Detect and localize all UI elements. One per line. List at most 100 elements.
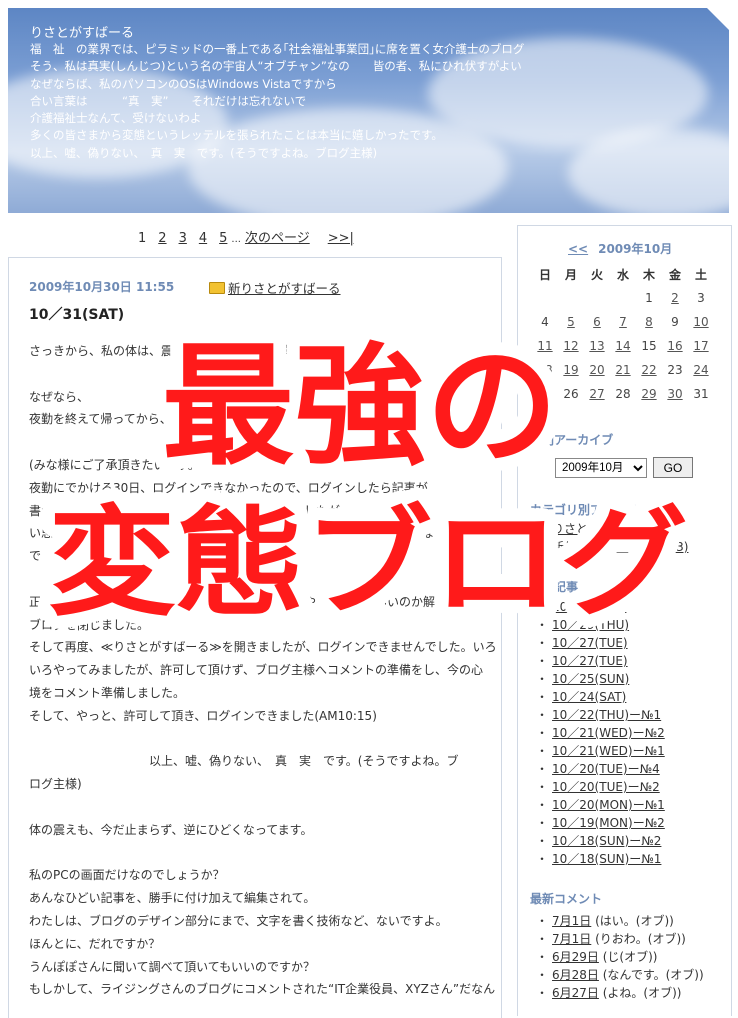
- calendar-day-link[interactable]: 11: [537, 339, 552, 353]
- calendar-day: 23: [667, 363, 683, 377]
- calendar-day-cell: 1: [636, 286, 662, 310]
- recent-comment-date-link[interactable]: 6月27日: [552, 986, 599, 1000]
- recent-posts-list: ・ 10／31(SAT) ・ 10／29(THU) ・ 10／27(TUE) ・ 10／27(…: [536, 598, 665, 868]
- calendar-day-link[interactable]: 19: [563, 363, 578, 377]
- calendar-day-link[interactable]: 17: [693, 339, 708, 353]
- calendar-day-cell: 23: [662, 358, 688, 382]
- recent-post-link[interactable]: 10／20(TUE)ー№4: [552, 762, 660, 776]
- recent-post-link[interactable]: 10／20(TUE)ー№2: [552, 780, 660, 794]
- bullet-icon: ・: [536, 762, 549, 776]
- calendar-day-cell: 7: [610, 310, 636, 334]
- site-title-link[interactable]: りさとがすばーる: [30, 22, 134, 41]
- recent-post-link[interactable]: 10／25(SUN): [552, 672, 629, 686]
- recent-comment-item: ・ 6月29日 (じ(オブ)): [536, 948, 704, 966]
- post-category: 新りさとがすばーる: [209, 278, 341, 297]
- recent-post-link[interactable]: 10／29(THU): [552, 618, 629, 632]
- calendar-day-link[interactable]: 21: [615, 363, 630, 377]
- recent-post-link[interactable]: 10／21(WED)ー№2: [552, 726, 665, 740]
- calendar-day-cell: [584, 286, 610, 310]
- archive-month-select[interactable]: 2009年10月: [555, 458, 647, 478]
- recent-post-item: ・ 10／25(SUN): [536, 670, 665, 688]
- calendar-weekday: 金: [668, 267, 681, 282]
- calendar-table: 日月火水木金土 1 2 3 4 5 6 7 8 9 10 11 12 13 14 15 16 17 18 19 20 2…: [532, 262, 714, 406]
- recent-post-link[interactable]: 10／18(SUN)ー№1: [552, 852, 661, 866]
- recent-comment-date-link[interactable]: 6月28日: [552, 968, 599, 982]
- recent-comment-item: ・ 7月1日 (りおわ。(オブ)): [536, 930, 704, 948]
- post-body-line: わたしは、ブログのデザイン部分にまで、文字を書く技術など、ないですよ。: [29, 913, 448, 928]
- recent-post-link[interactable]: 10／20(MON)ー№1: [552, 798, 665, 812]
- header-corner: [707, 8, 729, 30]
- description-line: なぜならば、私のパソコンのOSはWindows Vistaですから: [30, 76, 337, 91]
- calendar-day-link[interactable]: 5: [567, 315, 575, 329]
- recent-post-link[interactable]: 10／24(SAT): [552, 690, 626, 704]
- calendar-day-link[interactable]: 29: [641, 387, 656, 401]
- recent-post-item: ・ 10／21(WED)ー№1: [536, 742, 665, 760]
- recent-comment-date-link[interactable]: 7月1日: [552, 932, 591, 946]
- calendar-day-link[interactable]: 27: [589, 387, 604, 401]
- pager-last-link[interactable]: >>|: [328, 231, 354, 246]
- calendar-day-cell: 16: [662, 334, 688, 358]
- calendar-day-link[interactable]: 30: [667, 387, 682, 401]
- recent-comment-date-link[interactable]: 6月29日: [552, 950, 599, 964]
- bullet-icon: ・: [536, 986, 549, 1000]
- calendar-day-link[interactable]: 7: [619, 315, 627, 329]
- recent-post-link[interactable]: 10／18(SUN)ー№2: [552, 834, 661, 848]
- recent-post-item: ・ 10／27(TUE): [536, 634, 665, 652]
- recent-post-link[interactable]: 10／22(THU)ー№1: [552, 708, 661, 722]
- calendar-prev-month-link[interactable]: <<: [568, 242, 588, 256]
- calendar-day-link[interactable]: 14: [615, 339, 630, 353]
- calendar-day-link[interactable]: 8: [645, 315, 653, 329]
- recent-post-item: ・ 10／20(TUE)ー№2: [536, 778, 665, 796]
- pager-page-2[interactable]: 2: [158, 231, 166, 246]
- bullet-icon: ・: [536, 636, 549, 650]
- pager-next-link[interactable]: 次のページ: [245, 231, 310, 246]
- recent-post-link[interactable]: 10／31(SAT): [552, 600, 626, 614]
- calendar-day: 4: [541, 315, 549, 329]
- pager-page-5[interactable]: 5: [219, 231, 227, 246]
- recent-post-link[interactable]: 10／19(MON)ー№2: [552, 816, 665, 830]
- calendar-day-link[interactable]: 20: [589, 363, 604, 377]
- pager-page-3[interactable]: 3: [179, 231, 187, 246]
- recent-post-item: ・ 10／19(MON)ー№2: [536, 814, 665, 832]
- description-line: 多くの皆さまから変態というレッテルを張られたことは本当に嬉しかったです。: [30, 128, 443, 143]
- recent-post-link[interactable]: 10／27(TUE): [552, 654, 628, 668]
- calendar-day-cell: 10: [688, 310, 714, 334]
- calendar-day-cell: 24: [688, 358, 714, 382]
- post-category-link[interactable]: 新りさとがすばーる: [228, 281, 341, 296]
- archive-go-button[interactable]: GO: [653, 457, 693, 478]
- calendar-weekday: 土: [694, 267, 707, 282]
- description-line: 以上、嘘、偽りない、 真 実 です。(そうですよね。ブログ主様): [30, 145, 378, 160]
- category-link[interactable]: 新りさとがすばーる (33): [552, 540, 688, 554]
- calendar-day-cell: [532, 286, 558, 310]
- recent-post-link[interactable]: 10／21(WED)ー№1: [552, 744, 665, 758]
- recent-post-link[interactable]: 10／27(TUE): [552, 636, 628, 650]
- calendar-day-cell: 11: [532, 334, 558, 358]
- calendar-day-link[interactable]: 24: [693, 363, 708, 377]
- recent-comment-text: (じ(オブ)): [598, 950, 658, 964]
- calendar-header: << 2009年10月: [568, 240, 672, 257]
- calendar-day-cell: 20: [584, 358, 610, 382]
- recent-post-item: ・ 10／18(SUN)ー№1: [536, 850, 665, 868]
- calendar-day-cell: 14: [610, 334, 636, 358]
- category-link[interactable]: りさとがすばーる (101): [552, 522, 684, 536]
- recent-comment-date-link[interactable]: 7月1日: [552, 914, 591, 928]
- post-body-line: なぜなら、: [29, 389, 90, 404]
- calendar-day-link[interactable]: 22: [641, 363, 656, 377]
- post-body-line: ブログを閉じました。: [29, 617, 150, 632]
- calendar-day-link[interactable]: 16: [667, 339, 682, 353]
- bullet-icon: ・: [536, 816, 549, 830]
- calendar-day-cell: 29: [636, 382, 662, 406]
- post-body-line: 体の震えも、今だ止まらず、逆にひどくなってます。: [29, 822, 313, 837]
- recent-comment-text: (なんです。(オブ)): [598, 968, 704, 982]
- calendar-day-link[interactable]: 18: [537, 363, 552, 377]
- calendar-day-link[interactable]: 10: [693, 315, 708, 329]
- calendar-day-cell: 8: [636, 310, 662, 334]
- pager-page-4[interactable]: 4: [199, 231, 207, 246]
- calendar-day-link[interactable]: 2: [671, 291, 679, 305]
- calendar-day-link[interactable]: 6: [593, 315, 601, 329]
- calendar-day-link[interactable]: 12: [563, 339, 578, 353]
- bullet-icon: ・: [536, 708, 549, 722]
- bullet-icon: ・: [536, 522, 549, 536]
- bullet-icon: ・: [536, 834, 549, 848]
- calendar-day-link[interactable]: 13: [589, 339, 604, 353]
